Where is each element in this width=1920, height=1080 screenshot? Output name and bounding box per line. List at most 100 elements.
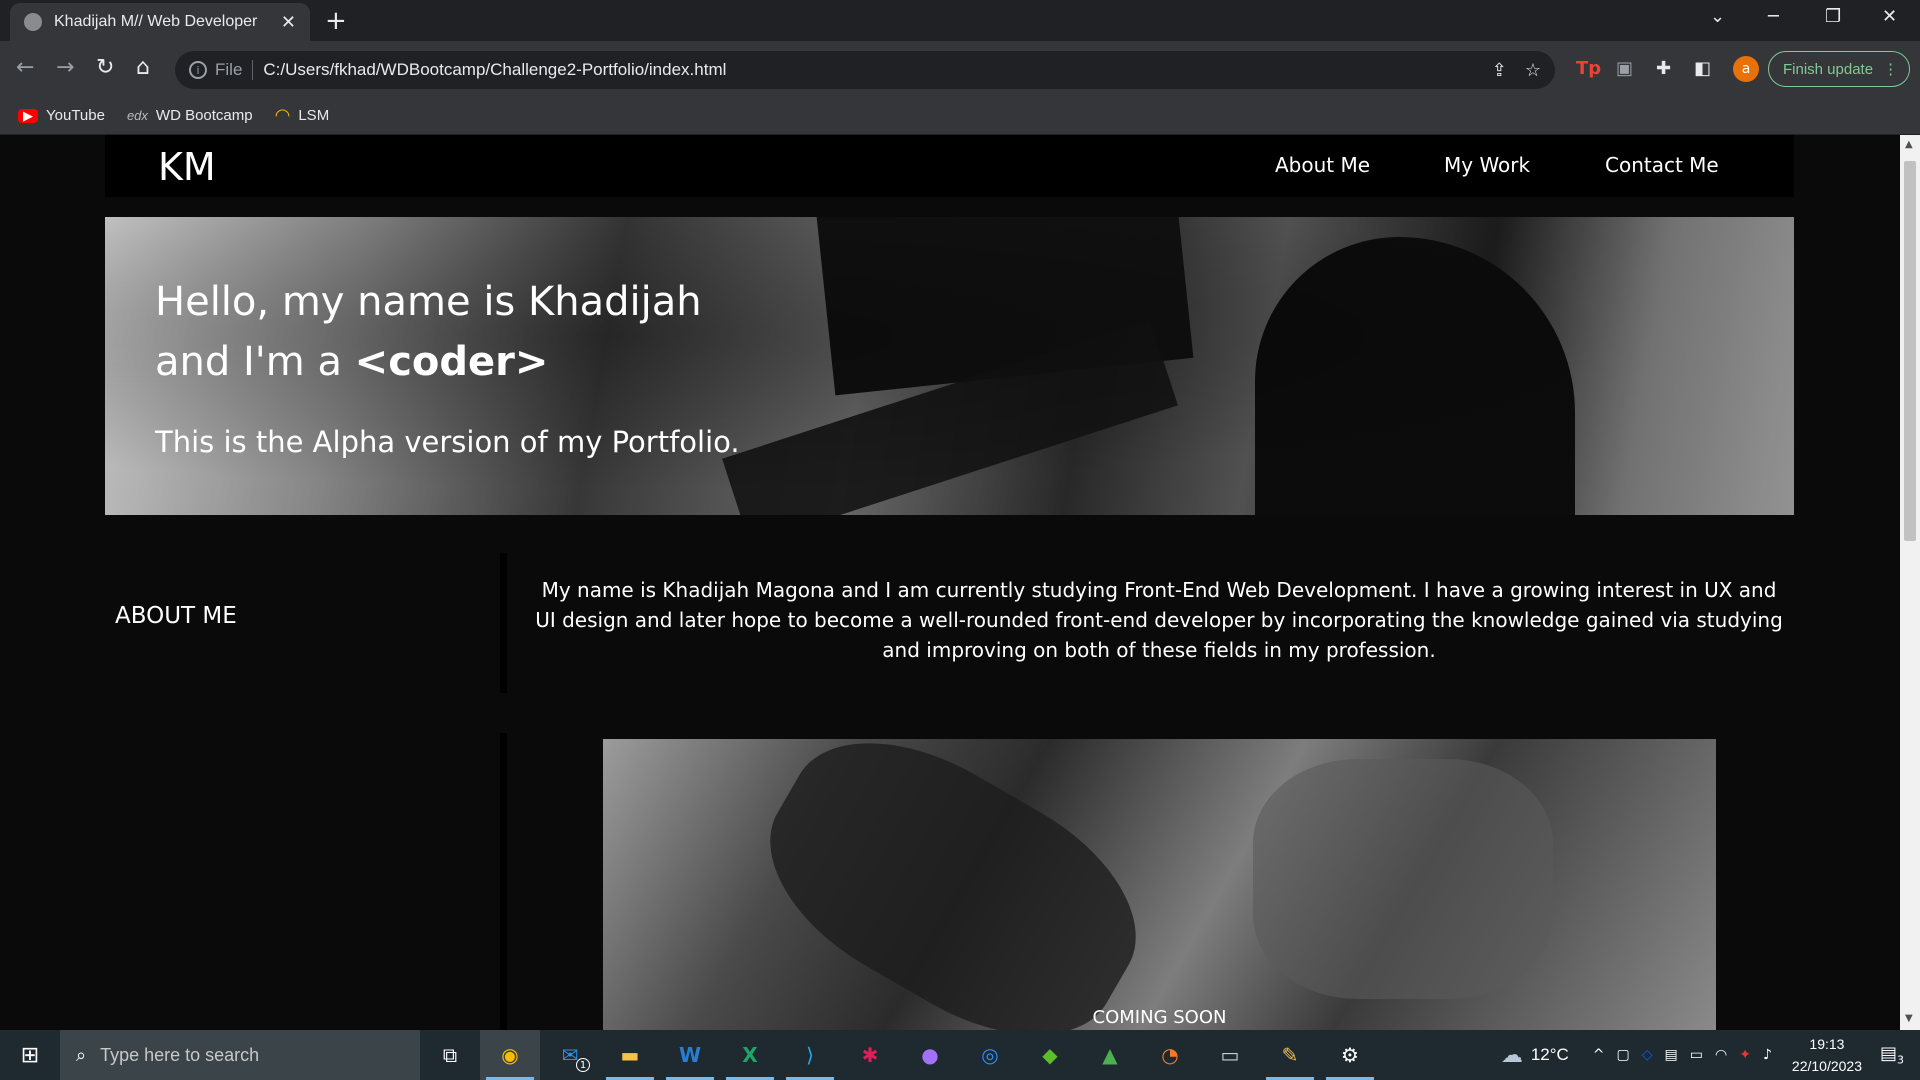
clock-date: 22/10/2023 [1791, 1058, 1862, 1074]
site-logo[interactable]: KM [158, 145, 216, 189]
browser-tabbar: Khadijah M// Web Developer ✕ + ⌄ ─ ❐ ✕ [0, 0, 1920, 41]
extensions-puzzle-icon[interactable]: ✚ [1656, 58, 1671, 79]
file-explorer-icon[interactable]: ▬ [600, 1030, 660, 1080]
nav-contact-me[interactable]: Contact Me [1605, 153, 1719, 177]
hero-banner: Hello, my name is Khadijah and I'm a <co… [105, 217, 1794, 515]
close-window-icon[interactable]: ✕ [1882, 6, 1897, 27]
page-scrollbar[interactable]: ▲ ▼ [1900, 135, 1920, 1030]
section-divider [500, 733, 507, 1030]
bookmark-star-icon[interactable]: ☆ [1525, 60, 1541, 81]
tab-search-icon[interactable]: ⌄ [1710, 6, 1725, 27]
vscode-icon[interactable]: ⟩ [780, 1030, 840, 1080]
weather-widget[interactable]: ☁ 12°C [1501, 1042, 1569, 1068]
blender-icon[interactable]: ◔ [1140, 1030, 1200, 1080]
info-icon[interactable]: i [189, 61, 207, 79]
bookmark-label: YouTube [46, 107, 105, 124]
volume-icon[interactable]: ♪ [1763, 1047, 1772, 1063]
network-alert-icon[interactable]: ✦ [1739, 1047, 1751, 1063]
work-preview-image[interactable]: COMING SOON [603, 739, 1716, 1030]
prism-icon[interactable]: ▲ [1080, 1030, 1140, 1080]
address-bar[interactable]: i File C:/Users/fkhad/WDBootcamp/Challen… [175, 51, 1555, 89]
extension-icon[interactable]: ▣ [1616, 58, 1633, 79]
windows-taskbar: ⊞ ⌕ Type here to search ⧉ ◉ ✉ 1 ▬ W X ⟩ ✱… [0, 1030, 1920, 1080]
close-tab-icon[interactable]: ✕ [281, 12, 296, 33]
chrome-icon[interactable]: ◉ [480, 1030, 540, 1080]
notification-center-icon[interactable]: ▤3 [1880, 1043, 1904, 1067]
nav-my-work[interactable]: My Work [1444, 153, 1530, 177]
bookmark-youtube[interactable]: ▶ YouTube [18, 107, 105, 124]
reload-icon[interactable]: ↻ [96, 55, 114, 80]
wifi-icon[interactable]: ◠ [1715, 1047, 1727, 1063]
scroll-up-icon[interactable]: ▲ [1905, 139, 1913, 150]
bookmark-label: LSM [298, 107, 330, 124]
excel-icon[interactable]: X [720, 1030, 780, 1080]
url-separator [252, 60, 254, 80]
dropbox-icon[interactable]: ◇ [1642, 1047, 1653, 1063]
hero-coder-tag: <coder> [354, 339, 549, 385]
notification-count: 3 [1897, 1053, 1904, 1067]
mail-badge: 1 [576, 1058, 590, 1072]
bookmark-lsm[interactable]: ◠ LSM [275, 105, 330, 126]
cloud-icon: ☁ [1500, 1042, 1523, 1067]
bookmarks-bar: ▶ YouTube edx WD Bootcamp ◠ LSM [0, 97, 1920, 135]
profile-avatar[interactable]: a [1733, 56, 1759, 82]
finish-update-label: Finish update [1783, 60, 1874, 78]
lsm-rainbow-icon: ◠ [274, 105, 291, 125]
home-icon[interactable]: ⌂ [136, 55, 150, 80]
taskbar-search[interactable]: ⌕ Type here to search [60, 1030, 420, 1080]
share-icon[interactable]: ⇪ [1492, 60, 1507, 81]
task-view-icon[interactable]: ⧉ [420, 1030, 480, 1080]
finish-update-button[interactable]: Finish update ⋮ [1768, 51, 1910, 87]
settings-gear-icon[interactable]: ⚙ [1320, 1030, 1380, 1080]
about-me-text: My name is Khadijah Magona and I am curr… [535, 578, 1783, 662]
battery-icon[interactable]: ▭ [1690, 1047, 1703, 1063]
globe-icon [24, 13, 42, 31]
youtube-icon: ▶ [18, 108, 38, 123]
side-panel-icon[interactable]: ◧ [1694, 58, 1711, 79]
show-hidden-icons-icon[interactable]: ^ [1593, 1047, 1605, 1063]
paint-icon[interactable]: ✎ [1260, 1030, 1320, 1080]
windows-start-icon[interactable]: ⊞ [0, 1030, 60, 1080]
scroll-down-icon[interactable]: ▼ [1905, 1013, 1913, 1024]
terminal-icon[interactable]: ▭ [1200, 1030, 1260, 1080]
slack-icon[interactable]: ✱ [840, 1030, 900, 1080]
restore-icon[interactable]: ❐ [1825, 6, 1841, 27]
bookmark-label: WD Bootcamp [155, 107, 253, 124]
tab-title: Khadijah M// Web Developer [54, 13, 258, 30]
browser-tab[interactable]: Khadijah M// Web Developer ✕ [10, 3, 310, 41]
weather-temp: 12°C [1530, 1045, 1569, 1064]
hero-line2-prefix: and I'm a [155, 339, 355, 385]
clock-time: 19:13 [1809, 1036, 1845, 1052]
nav-about-me[interactable]: About Me [1275, 153, 1370, 177]
mail-icon[interactable]: ✉ 1 [540, 1030, 600, 1080]
hero-subtitle: This is the Alpha version of my Portfoli… [155, 425, 740, 459]
url-scheme: File [215, 60, 243, 79]
forward-icon[interactable]: → [56, 55, 74, 80]
security-icon[interactable]: ▤ [1665, 1047, 1678, 1063]
sims-icon[interactable]: ◆ [1020, 1030, 1080, 1080]
github-icon[interactable]: ● [900, 1030, 960, 1080]
system-clock[interactable]: 19:13 22/10/2023 [1792, 1033, 1862, 1077]
scroll-thumb[interactable] [1904, 161, 1916, 541]
section-divider [500, 553, 507, 693]
tp-extension-icon[interactable]: Tp [1576, 58, 1601, 79]
site-header: KM About Me My Work Contact Me [105, 135, 1794, 197]
hero-line1: Hello, my name is Khadijah [155, 279, 702, 325]
browser-toolbar: ← → ↻ ⌂ i File C:/Users/fkhad/WDBootcamp… [0, 41, 1920, 97]
url-text[interactable]: C:/Users/fkhad/WDBootcamp/Challenge2-Por… [263, 60, 1473, 80]
taskbar-search-placeholder: Type here to search [100, 1044, 260, 1065]
page-viewport: KM About Me My Work Contact Me Hello, my… [0, 135, 1900, 1030]
search-icon: ⌕ [76, 1044, 87, 1065]
bookmark-wd-bootcamp[interactable]: edx WD Bootcamp [127, 107, 253, 124]
minimize-icon[interactable]: ─ [1768, 6, 1779, 27]
zoom-icon[interactable]: ◎ [960, 1030, 1020, 1080]
about-me-heading: ABOUT ME [115, 603, 237, 629]
new-tab-button[interactable]: + [325, 6, 347, 36]
meet-icon[interactable]: ▢ [1617, 1047, 1630, 1063]
menu-dots-icon[interactable]: ⋮ [1883, 60, 1898, 78]
coming-soon-caption: COMING SOON [1092, 1007, 1227, 1028]
system-tray: ☁ 12°C ^ ▢ ◇ ▤ ▭ ◠ ✦ ♪ 19:13 22/10/2023 … [1501, 1030, 1920, 1080]
back-icon[interactable]: ← [16, 55, 34, 80]
hero-heading: Hello, my name is Khadijah and I'm a <co… [155, 272, 702, 392]
word-icon[interactable]: W [660, 1030, 720, 1080]
